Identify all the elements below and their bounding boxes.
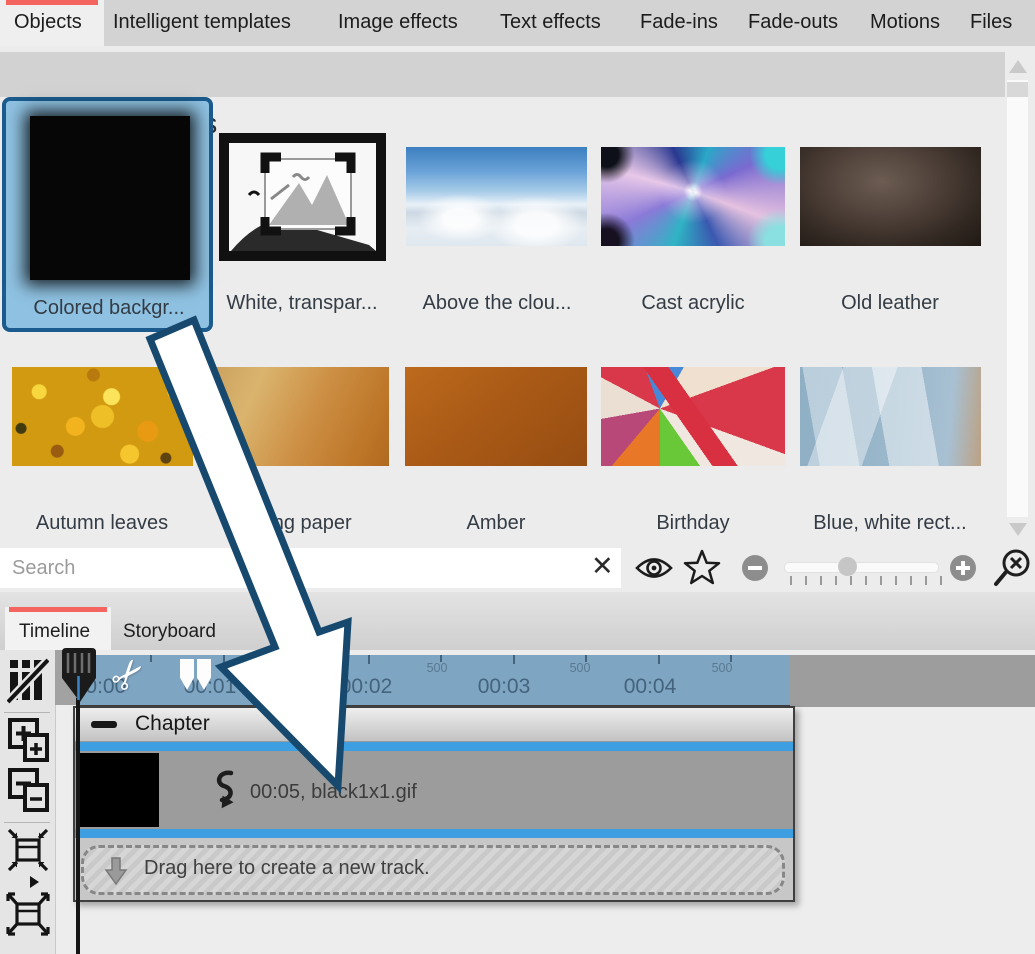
slider-tick [850, 576, 852, 585]
top-tab-bar: Objects Intelligent templates Image effe… [0, 0, 1035, 46]
ruler-tick [513, 655, 515, 664]
backgrounds-section-header[interactable]: Backgrounds [0, 52, 1005, 97]
ruler-time-label: 00:03 [469, 675, 539, 699]
tab-objects[interactable]: Objects [0, 0, 104, 46]
ruler-half-label: 500 [275, 661, 315, 675]
scrollbar-down-arrow[interactable] [1009, 523, 1027, 536]
tab-timeline-label: Timeline [19, 621, 90, 643]
slider-tick [835, 576, 837, 585]
ruler-half-label: 500 [560, 661, 600, 675]
slider-tick [790, 576, 792, 585]
slider-tick [820, 576, 822, 585]
gallery-thumb-cast-acrylic[interactable] [601, 147, 785, 246]
view-tab-bar: Timeline Storyboard [0, 592, 1035, 650]
eye-icon[interactable] [634, 553, 674, 583]
tab-fade-outs[interactable]: Fade-outs [748, 11, 838, 34]
ruler-time-label: 00:02 [331, 675, 401, 699]
dropzone-hint: Drag here to create a new track. [144, 857, 430, 880]
gallery-thumb-birthday[interactable] [601, 367, 785, 466]
decrease-track-height-icon[interactable] [8, 768, 50, 814]
chapter-title: Chapter [135, 712, 210, 736]
tab-files[interactable]: Files [970, 11, 1012, 34]
tab-motions[interactable]: Motions [870, 11, 940, 34]
scrollbar-track[interactable] [1007, 80, 1028, 517]
expand-view-icon[interactable] [5, 890, 51, 938]
gallery-thumb-baking-paper[interactable] [208, 367, 389, 466]
gallery-item-label: White, transpar... [226, 292, 377, 315]
flyout-arrow-icon[interactable] [30, 876, 39, 888]
scrollbar-up-arrow[interactable] [1009, 60, 1027, 73]
clip-thumbnail[interactable] [79, 753, 159, 827]
zoom-out-button[interactable] [742, 555, 768, 581]
slider-tick [910, 576, 912, 585]
chapter-track-container[interactable]: Chapter 00:05, black1x1.gif Drag here to… [73, 706, 795, 902]
clip-label: 00:05, black1x1.gif [250, 781, 417, 804]
manual-input-curve-icon [209, 769, 249, 815]
collapse-chapter-icon[interactable] [91, 721, 117, 728]
toggle-track-display-icon[interactable] [7, 658, 49, 704]
timeline-toolbar [0, 650, 56, 954]
slider-tick [925, 576, 927, 585]
playhead-line [76, 698, 80, 954]
track-highlight-top [75, 742, 793, 751]
gallery-item-colored-background[interactable]: Colored backgr... [2, 97, 213, 332]
ruler-tick [223, 655, 225, 664]
gallery-thumb-blue-white-rect[interactable] [800, 367, 981, 466]
thumbnail-size-slider-thumb[interactable] [838, 557, 857, 576]
gallery-item-label: Birthday [656, 512, 729, 535]
gallery-thumb-old-leather[interactable] [800, 147, 981, 246]
search-input[interactable] [0, 548, 621, 588]
tab-intelligent-templates[interactable]: Intelligent templates [113, 11, 291, 34]
colored-background-thumbnail [30, 116, 190, 280]
track-highlight-bottom [75, 829, 793, 838]
shrink-view-icon[interactable] [7, 828, 49, 872]
slider-tick [880, 576, 882, 585]
zoom-in-button[interactable] [950, 555, 976, 581]
tab-image-effects[interactable]: Image effects [338, 11, 458, 34]
tab-fade-ins[interactable]: Fade-ins [640, 11, 718, 34]
ruler-half-tick [150, 655, 152, 662]
track-row[interactable]: 00:05, black1x1.gif [75, 751, 793, 829]
tab-storyboard[interactable]: Storyboard [123, 621, 216, 643]
reset-zoom-magnifier-icon[interactable] [992, 548, 1034, 590]
ruler-time-label: 00:04 [615, 675, 685, 699]
ruler-half-label: 500 [417, 661, 457, 675]
toolbar-separator [4, 712, 50, 713]
thumbnail-size-slider-track[interactable] [784, 562, 939, 573]
favorites-star-icon[interactable] [683, 549, 721, 587]
slider-tick [895, 576, 897, 585]
clear-search-icon[interactable]: ✕ [591, 551, 614, 582]
chapter-header[interactable]: Chapter [75, 708, 793, 742]
gallery-item-label: Above the clou... [423, 292, 572, 315]
active-tab-indicator [9, 607, 107, 612]
ruler-tick [658, 655, 660, 664]
tab-text-effects[interactable]: Text effects [500, 11, 601, 34]
new-track-dropzone[interactable]: Drag here to create a new track. [81, 845, 785, 895]
gallery-item-label: Autumn leaves [36, 512, 168, 535]
slider-tick [805, 576, 807, 585]
playhead-handle[interactable] [55, 644, 103, 706]
gallery-thumb-white-transparent[interactable] [219, 133, 386, 261]
scrollbar-thumb[interactable] [1007, 82, 1028, 97]
gallery-thumb-amber[interactable] [405, 367, 587, 466]
gallery-item-label: Colored backgr... [33, 297, 184, 320]
app-window: Objects Intelligent templates Image effe… [0, 0, 1035, 954]
gallery-item-label: Old leather [841, 292, 939, 315]
tab-objects-label: Objects [14, 11, 82, 34]
active-tab-indicator [6, 0, 98, 5]
gallery-item-label: Amber [467, 512, 526, 535]
gallery-thumb-above-the-clouds[interactable] [406, 147, 587, 246]
ruler-half-label: 500 [702, 661, 742, 675]
gallery-item-label: Blue, white rect... [813, 512, 966, 535]
increase-track-height-icon[interactable] [8, 718, 50, 764]
down-arrow-icon [104, 856, 128, 886]
ruler-tick [368, 655, 370, 664]
slider-tick [865, 576, 867, 585]
toolbar-separator [4, 822, 50, 823]
ruler-overflow-area [790, 655, 1035, 707]
gallery-item-label: king paper [258, 512, 351, 535]
slider-tick [940, 576, 942, 585]
gallery-thumb-autumn-leaves[interactable] [12, 367, 193, 466]
gallery-item-label: Cast acrylic [641, 292, 744, 315]
